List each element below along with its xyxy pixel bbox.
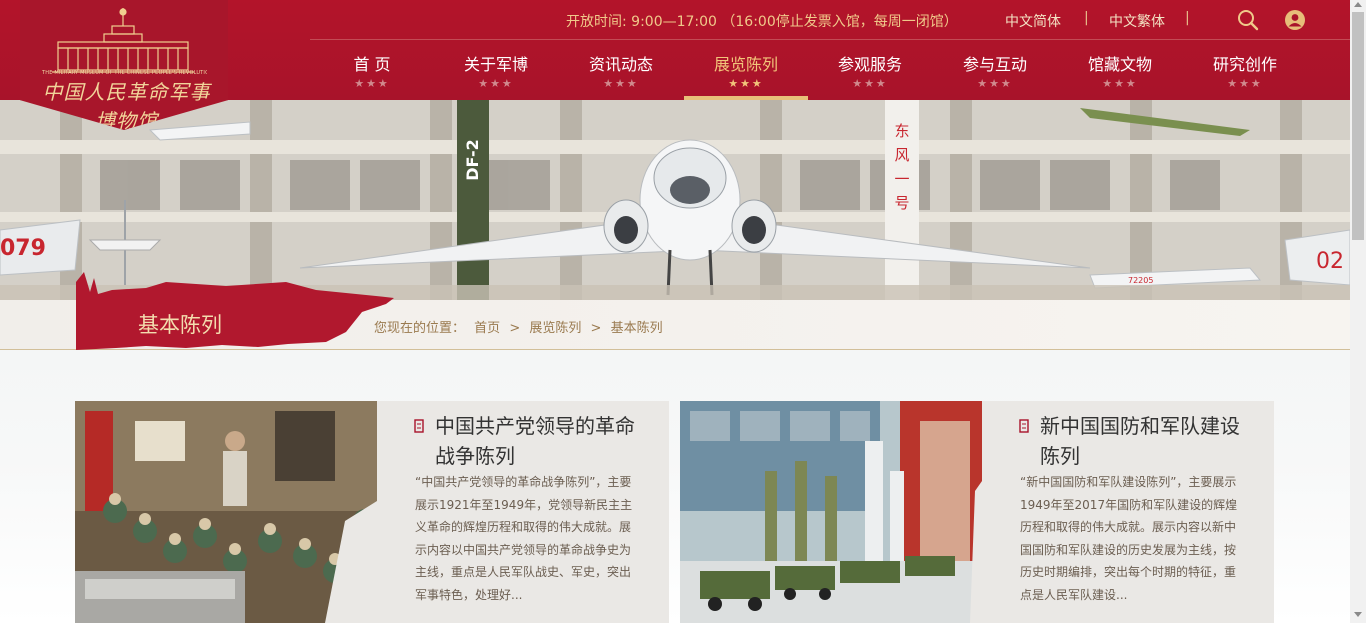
breadcrumb-exhibitions[interactable]: 展览陈列: [529, 321, 581, 336]
breadcrumb: 您现在的位置： 首页 > 展览陈列 > 基本陈列: [374, 317, 668, 336]
scroll-up-arrow-icon[interactable]: [1354, 2, 1362, 7]
exhibition-card[interactable]: 新中国国防和军队建设陈列 “新中国国防和军队建设陈列”，主要展示1949年至20…: [680, 401, 1274, 623]
hero-hall-illustration: DF-2 东 风 一 号 079 72205 02: [0, 100, 1350, 300]
df2-label: DF-2: [463, 139, 482, 181]
nav-research[interactable]: 研究创作 ★★★: [1183, 40, 1307, 100]
breadcrumb-home[interactable]: 首页: [474, 321, 500, 336]
hero-banner: DF-2 东 风 一 号 079 72205 02: [0, 100, 1350, 300]
nav-label: 参观服务: [837, 55, 902, 74]
card-bullet-icon: [414, 419, 424, 433]
card-description: “中国共产党领导的革命战争陈列”，主要展示1921年至1949年，党领导新民主主…: [415, 475, 633, 602]
nav-stars: ★★★: [603, 77, 639, 90]
lang-traditional-link[interactable]: 中文繁体: [1109, 11, 1165, 31]
opening-hours: 开放时间: 9:00—17:00 （16:00停止发票入馆，每周一闭馆）: [566, 14, 958, 30]
card-title[interactable]: 新中国国防和军队建设陈列: [1040, 411, 1240, 471]
national-defense-exhibition-image: [680, 401, 982, 623]
card-title[interactable]: 中国共产党领导的革命战争陈列: [435, 411, 635, 471]
lang-simplified-link[interactable]: 中文简体: [1005, 11, 1061, 31]
nav-stars: ★★★: [977, 77, 1013, 90]
nav-label: 关于军博: [463, 55, 528, 74]
nav-label: 研究创作: [1212, 55, 1277, 74]
exhibition-card[interactable]: 中国共产党领导的革命战争陈列 “中国共产党领导的革命战争陈列”，主要展示1921…: [75, 401, 669, 623]
nav-label: 展览陈列: [713, 55, 778, 74]
nav-interaction[interactable]: 参与互动 ★★★: [933, 40, 1057, 100]
svg-text:079: 079: [0, 236, 46, 261]
nav-collections[interactable]: 馆藏文物 ★★★: [1058, 40, 1182, 100]
nav-stars: ★★★: [852, 77, 888, 90]
nav-news[interactable]: 资讯动态 ★★★: [559, 40, 683, 100]
scroll-down-arrow-icon[interactable]: [1354, 612, 1362, 617]
revolution-exhibition-image: [75, 401, 377, 623]
museum-building-icon: [52, 8, 194, 73]
card-bullet-icon: [1019, 419, 1029, 433]
breadcrumb-separator: >: [590, 321, 602, 336]
nav-stars: ★★★: [1102, 77, 1138, 90]
svg-text:一: 一: [894, 170, 909, 188]
nav-stars: ★★★: [728, 77, 764, 90]
section-title-tab: [76, 272, 394, 350]
nav-stars: ★★★: [478, 77, 514, 90]
nav-label: 参与互动: [962, 55, 1027, 74]
nav-label: 首 页: [353, 55, 391, 74]
nav-visit-service[interactable]: 参观服务 ★★★: [808, 40, 932, 100]
section-title: 基本陈列: [138, 313, 222, 337]
lang-separator: |: [1185, 10, 1190, 26]
breadcrumb-separator: >: [509, 321, 521, 336]
nav-label: 馆藏文物: [1087, 55, 1152, 74]
nav-home[interactable]: 首 页 ★★★: [310, 40, 434, 100]
svg-text:东: 东: [894, 122, 909, 140]
nav-about[interactable]: 关于军博 ★★★: [434, 40, 558, 100]
user-icon[interactable]: [1284, 9, 1306, 31]
card-description: “新中国国防和军队建设陈列”，主要展示1949年至2017年国防和军队建设的辉煌…: [1020, 475, 1238, 602]
nav-exhibitions[interactable]: 展览陈列 ★★★: [684, 40, 808, 100]
svg-text:02: 02: [1316, 249, 1344, 274]
svg-text:72205: 72205: [1128, 276, 1153, 285]
nav-stars: ★★★: [354, 77, 390, 90]
svg-text:风: 风: [894, 146, 909, 164]
nav-stars: ★★★: [1227, 77, 1263, 90]
breadcrumb-current: 基本陈列: [610, 321, 663, 336]
scrollbar-thumb[interactable]: [1352, 12, 1364, 240]
nav-label: 资讯动态: [588, 55, 653, 74]
search-icon[interactable]: [1236, 8, 1260, 32]
lang-separator: |: [1084, 10, 1089, 26]
svg-text:号: 号: [894, 194, 909, 212]
